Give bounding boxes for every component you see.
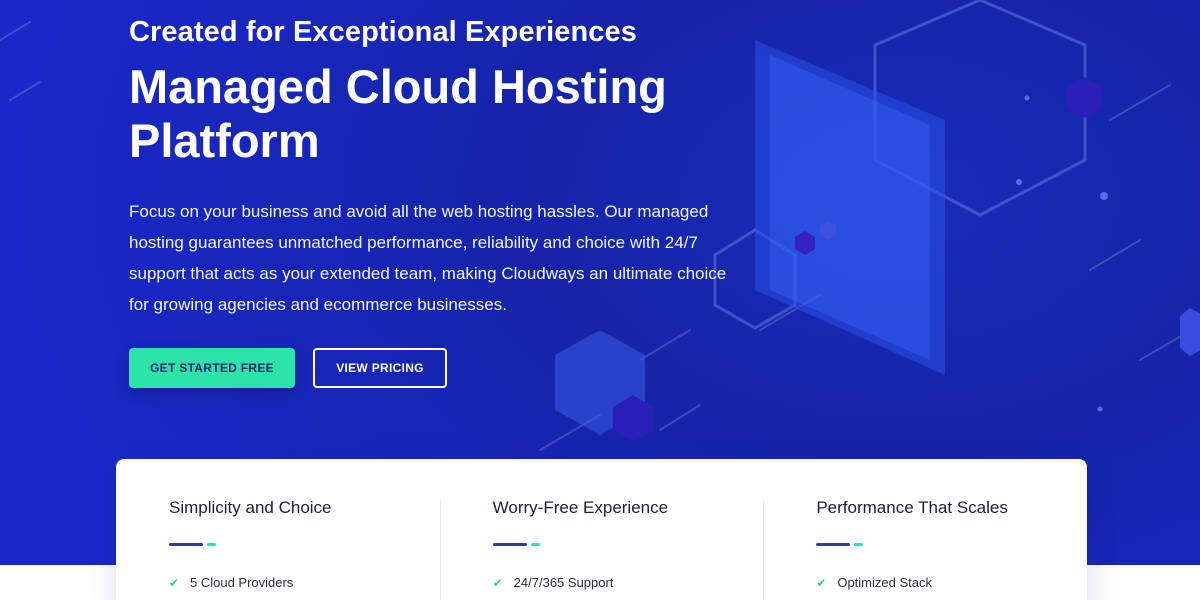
hero-headline-line1: Managed Cloud Hosting: [129, 60, 667, 113]
hero-eyebrow: Created for Exceptional Experiences: [129, 16, 637, 48]
feature-title: Worry-Free Experience: [492, 498, 669, 517]
accent-bar-navy: [169, 542, 203, 546]
hero-headline-line2: Platform: [129, 114, 320, 167]
accent-bar-navy: [816, 542, 851, 546]
feature-item-label: 5 Cloud Providers: [190, 575, 294, 590]
get-started-free-button[interactable]: GET STARTED FREE: [129, 348, 295, 388]
view-pricing-button[interactable]: VIEW PRICING: [313, 348, 447, 388]
feature-column: Simplicity and Choice ✔ 5 Cloud Provider…: [116, 459, 440, 600]
accent-bar-green: [530, 542, 540, 546]
feature-item-label: Optimized Stack: [837, 575, 932, 590]
hero-content: Created for Exceptional Experiences Mana…: [129, 14, 749, 388]
check-icon: ✔: [169, 575, 180, 590]
feature-accent: [492, 542, 764, 546]
check-icon: ✔: [492, 575, 503, 590]
feature-title: Simplicity and Choice: [169, 498, 332, 517]
accent-bar-green: [854, 542, 864, 546]
feature-list-item: ✔ 24/7/365 Support: [493, 575, 764, 590]
feature-accent: [816, 542, 1087, 546]
feature-item-label: 24/7/365 Support: [513, 575, 614, 590]
features-card: Simplicity and Choice ✔ 5 Cloud Provider…: [116, 459, 1087, 600]
hero-buttons: GET STARTED FREE VIEW PRICING: [129, 348, 749, 388]
feature-column: Worry-Free Experience ✔ 24/7/365 Support: [439, 459, 764, 600]
feature-list-item: ✔ Optimized Stack: [816, 575, 1087, 590]
feature-accent: [169, 542, 440, 546]
feature-list-item: ✔ 5 Cloud Providers: [169, 575, 440, 590]
feature-column: Performance That Scales ✔ Optimized Stac…: [763, 459, 1087, 600]
check-icon: ✔: [816, 575, 827, 590]
accent-bar-green: [207, 542, 216, 546]
accent-bar-navy: [492, 542, 527, 546]
feature-title: Performance That Scales: [816, 498, 1008, 517]
hero-headline: Managed Cloud Hosting Platform: [129, 60, 749, 168]
hero-description: Focus on your business and avoid all the…: [129, 202, 727, 314]
